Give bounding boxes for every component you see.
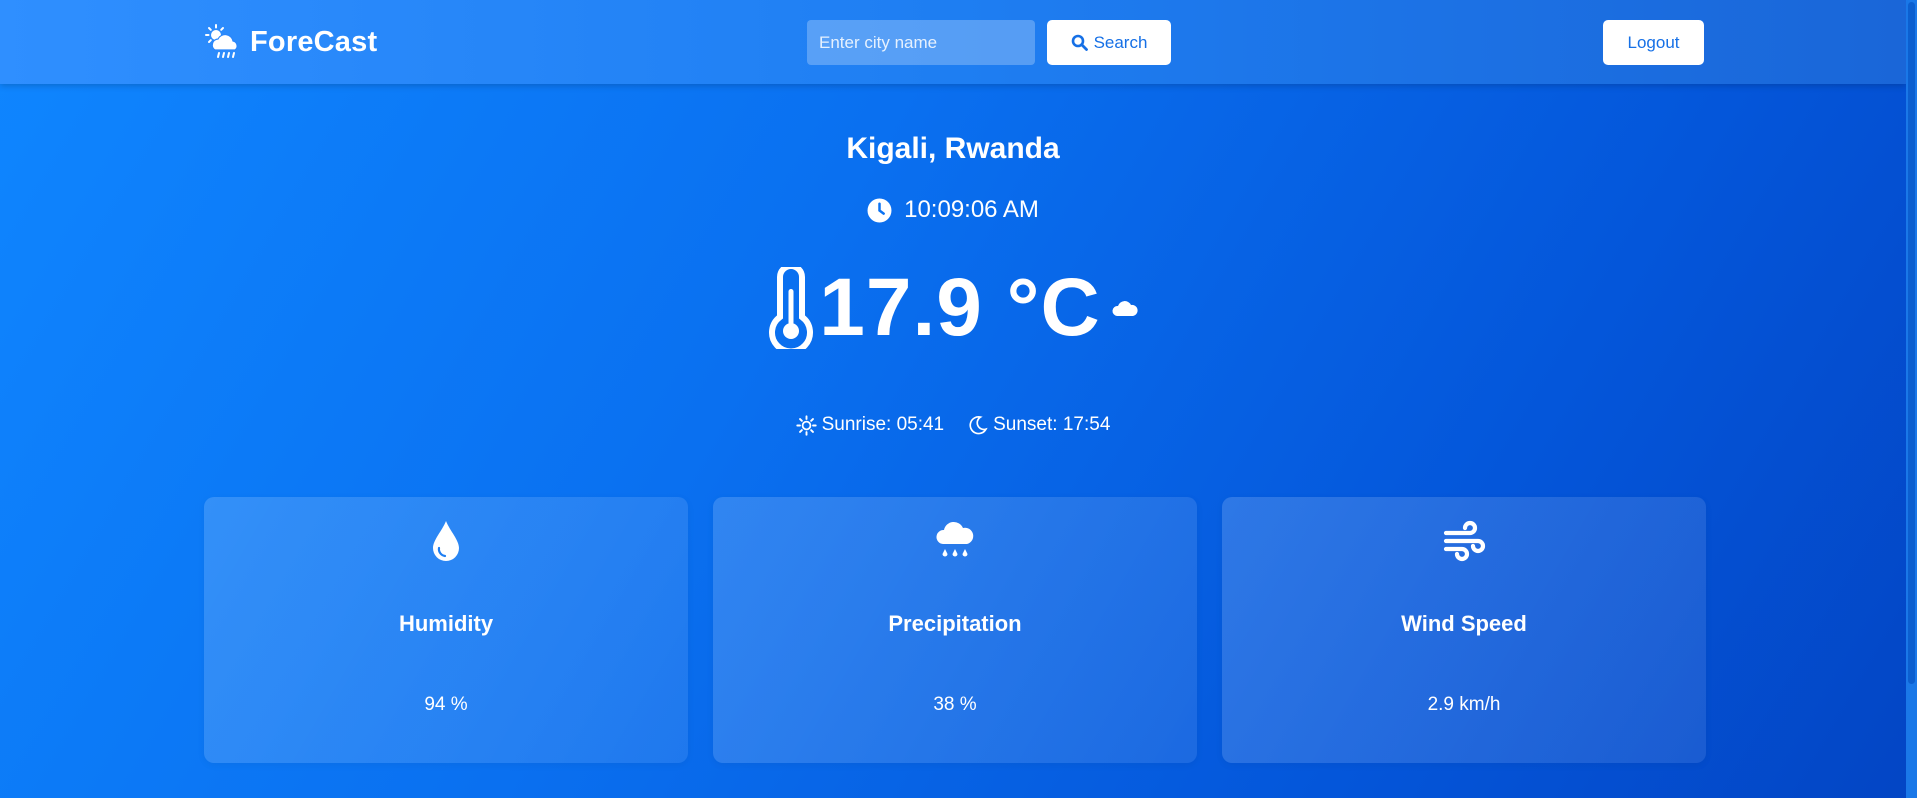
cloud-sun-rain-icon <box>205 24 238 58</box>
precipitation-card: Precipitation 38 % <box>713 497 1197 763</box>
scrollbar[interactable] <box>1906 0 1917 798</box>
card-title: Humidity <box>398 611 494 636</box>
wind-speed-card: Wind Speed 2.9 km/h <box>1222 497 1706 763</box>
brand-name: ForeCast <box>250 25 378 58</box>
wind-icon <box>1443 520 1486 562</box>
sunrise-label: Sunrise: 05:41 <box>821 414 945 435</box>
sunset: Sunset: 17:54 <box>968 414 1110 436</box>
weather-cards: Humidity 94 % Precipitation 38 % Wind Sp… <box>204 497 1706 763</box>
logout-button[interactable]: Logout <box>1603 20 1704 65</box>
navbar: ForeCast Search Logout <box>0 0 1906 84</box>
sunset-label: Sunset: 17:54 <box>993 414 1111 435</box>
humidity-card: Humidity 94 % <box>204 497 688 763</box>
search-button-label: Search <box>1093 32 1148 52</box>
scrollbar-thumb[interactable] <box>1908 2 1915 684</box>
card-title: Wind Speed <box>1401 611 1527 636</box>
sunrise: Sunrise: 05:41 <box>795 414 945 436</box>
droplet-icon <box>433 521 459 561</box>
temperature-display: 17.9 °C <box>0 262 1906 354</box>
thermometer-icon <box>769 267 814 349</box>
sun-icon <box>795 414 817 436</box>
cloud-rain-icon <box>936 521 974 557</box>
card-value: 94 % <box>424 694 468 715</box>
sun-times: Sunrise: 05:41 Sunset: 17:54 <box>0 414 1906 436</box>
moon-icon <box>969 416 988 435</box>
cloud-icon <box>1112 301 1138 316</box>
city-name: Kigali, Rwanda <box>846 132 1060 165</box>
card-title: Precipitation <box>888 611 1022 636</box>
clock-icon <box>867 198 892 222</box>
search-button[interactable]: Search <box>1047 20 1171 65</box>
search-icon <box>1071 34 1088 51</box>
card-value: 2.9 km/h <box>1427 694 1501 715</box>
temperature-value: 17.9 °C <box>819 262 1101 353</box>
brand[interactable]: ForeCast <box>204 22 377 62</box>
current-time: 10:09:06 AM <box>0 196 1906 224</box>
time-value: 10:09:06 AM <box>904 196 1039 223</box>
search-input[interactable] <box>807 20 1035 65</box>
card-value: 38 % <box>933 694 977 715</box>
